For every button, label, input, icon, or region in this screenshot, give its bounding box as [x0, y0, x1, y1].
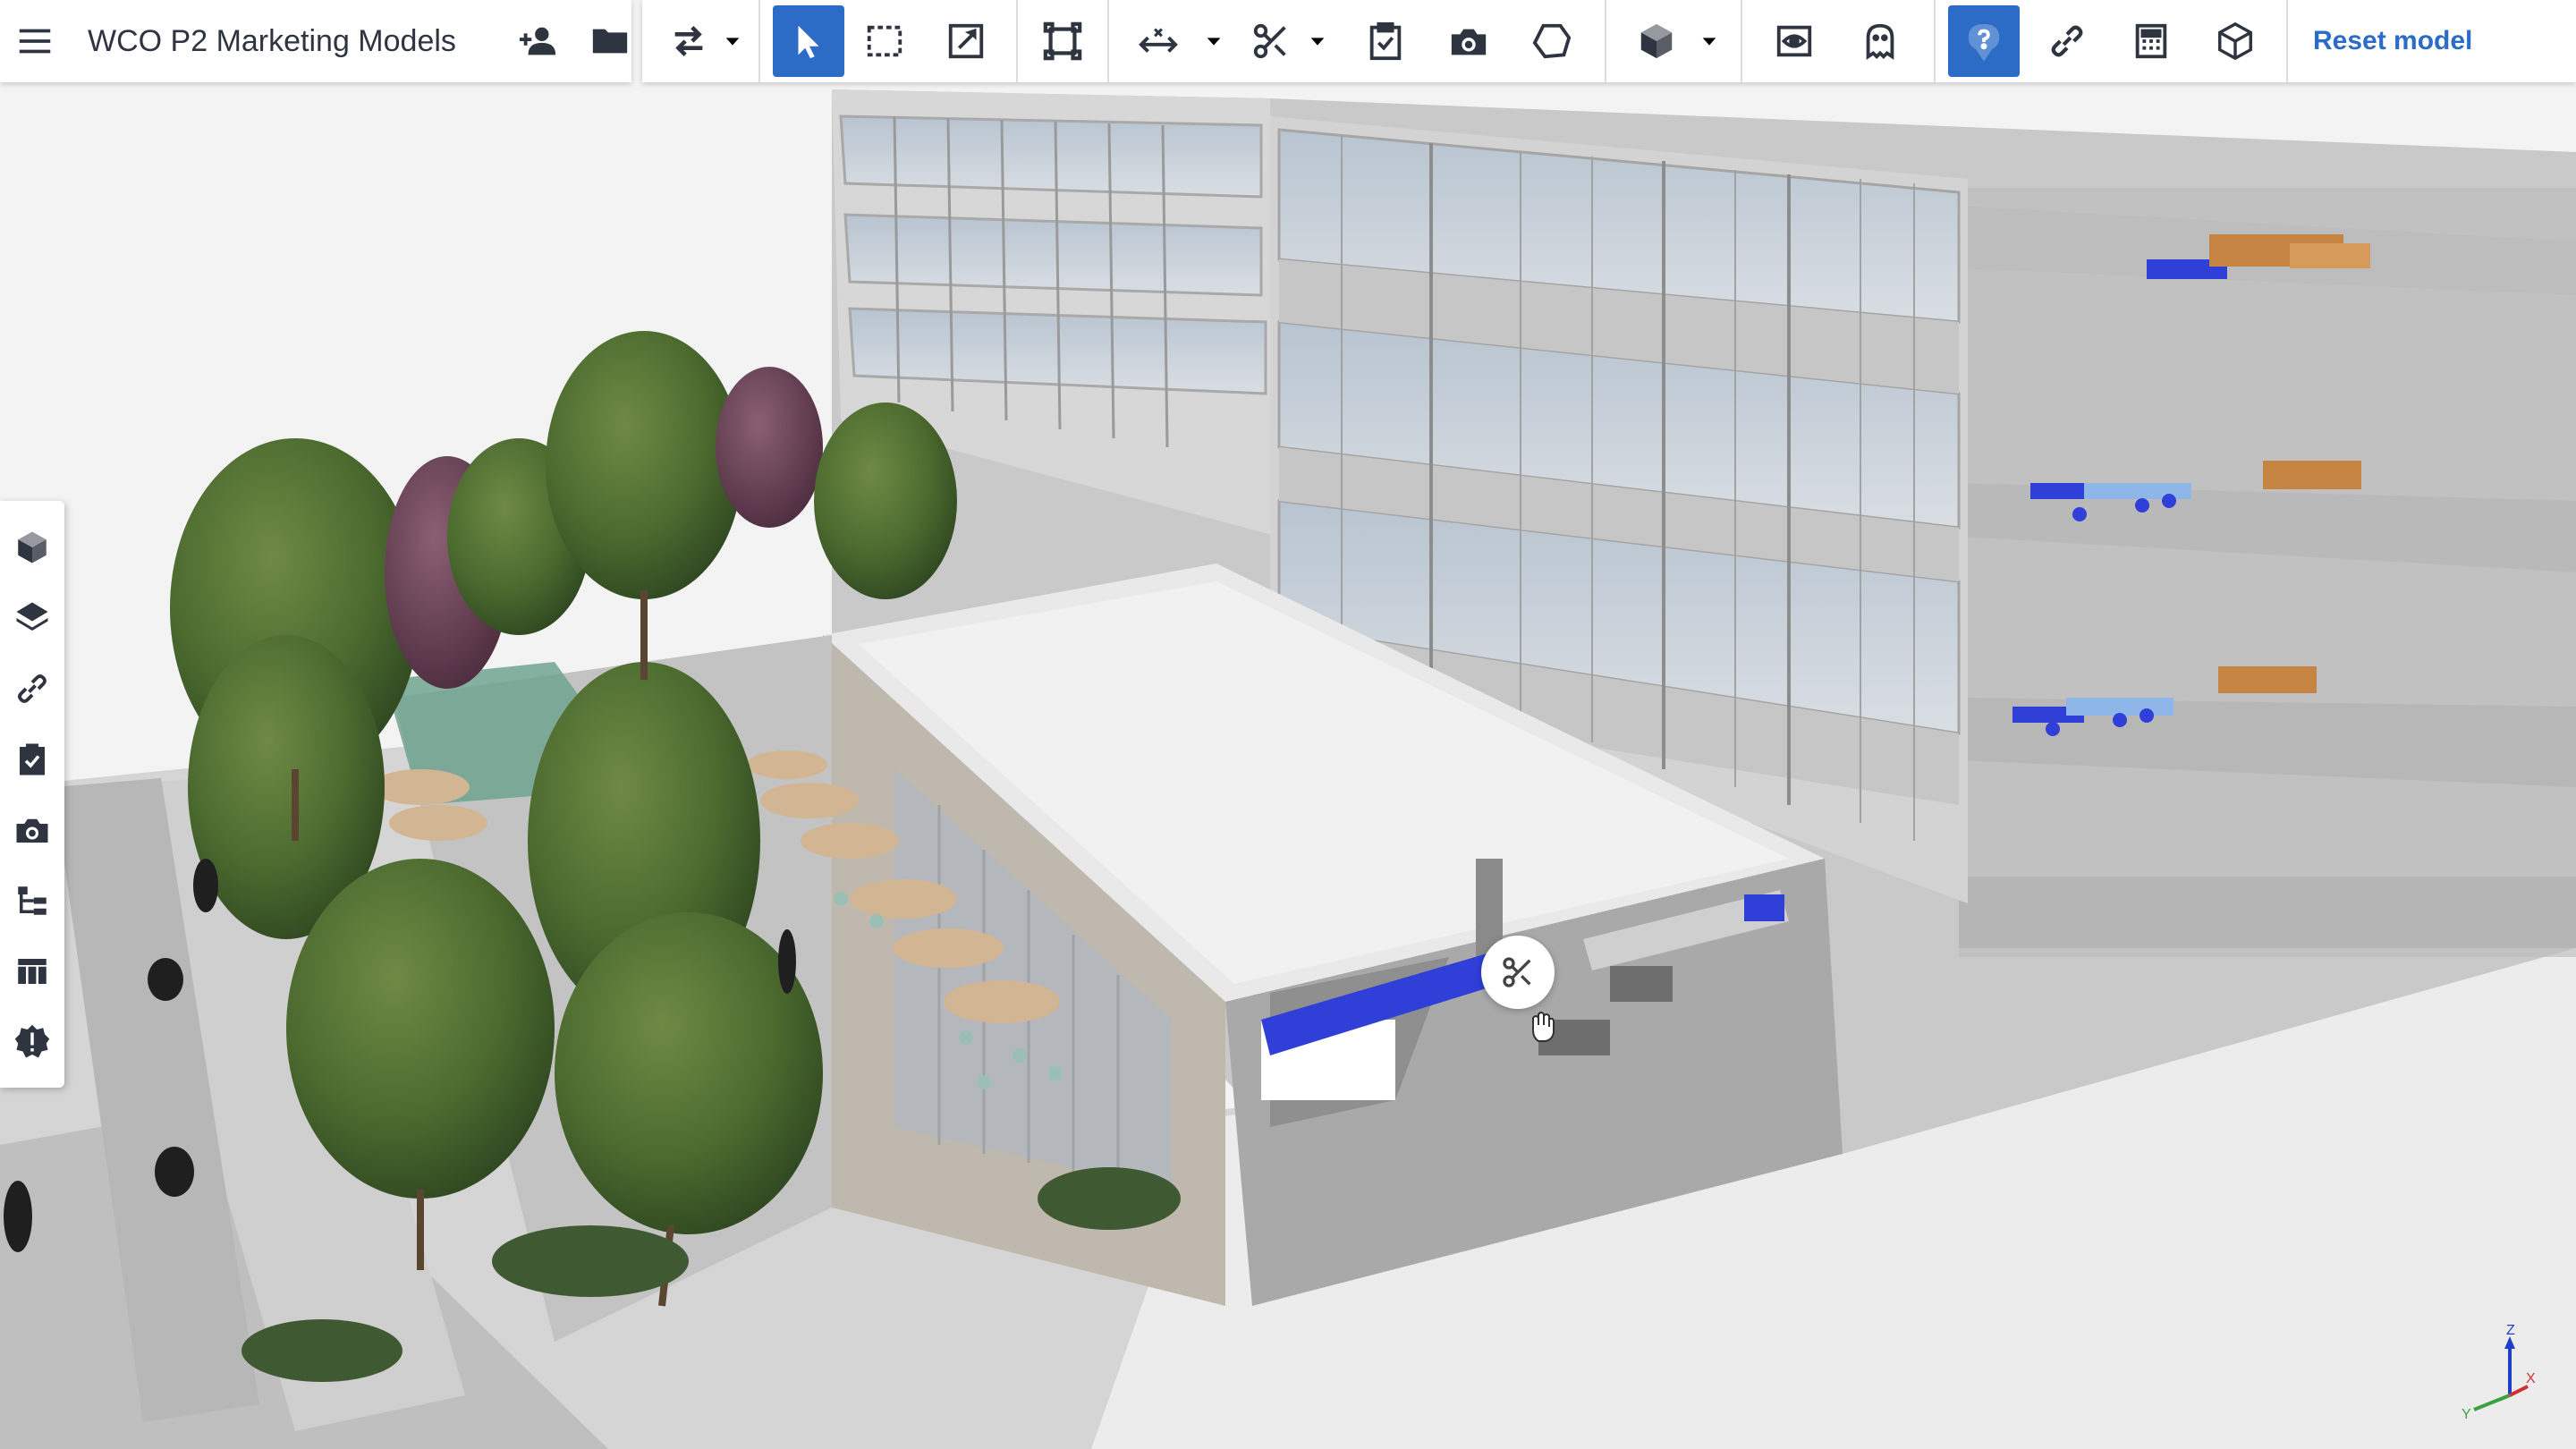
toolbar-divider — [1741, 0, 1742, 82]
measure-tool-dropdown[interactable] — [1199, 5, 1229, 77]
question-bubble-icon — [1963, 21, 2004, 62]
eye-frame-icon — [1774, 21, 1815, 62]
fit-view-tool-button[interactable] — [1018, 5, 1107, 77]
toolbar-divider — [1107, 0, 1109, 82]
frame-fit-icon — [1042, 21, 1083, 62]
share-button[interactable] — [503, 5, 574, 77]
side-table-button[interactable] — [7, 943, 57, 1000]
camera-plus-icon — [1448, 21, 1489, 62]
caret-down-icon — [723, 31, 742, 51]
freeform-tool-button[interactable] — [1512, 5, 1592, 77]
section-tool-button[interactable] — [1240, 5, 1302, 77]
toolbar-divider — [1934, 0, 1936, 82]
axis-y-label: Y — [2462, 1407, 2471, 1422]
tree-hierarchy-icon — [13, 882, 51, 919]
cube-icon — [1636, 21, 1677, 62]
clipboard-check-icon — [1365, 21, 1406, 62]
link-icon — [2046, 21, 2088, 62]
side-toolbar — [0, 501, 64, 1088]
alert-badge-icon — [13, 1023, 51, 1061]
side-clash-button[interactable] — [7, 1013, 57, 1071]
section-tool-dropdown[interactable] — [1302, 5, 1333, 77]
box-select-tool-button[interactable] — [844, 5, 925, 77]
render-mode-tool-button[interactable] — [1619, 5, 1694, 77]
ghost-tool-button[interactable] — [1837, 5, 1923, 77]
create-issue-tool-button[interactable] — [1345, 5, 1426, 77]
link-icon — [13, 670, 51, 708]
ghost-icon — [1860, 21, 1901, 62]
side-objects-button[interactable] — [7, 519, 57, 576]
table-icon — [13, 953, 51, 990]
open-folder-button[interactable] — [574, 5, 646, 77]
box-tool-button[interactable] — [2193, 5, 2277, 77]
axis-triad: Z X Y — [2462, 1324, 2536, 1422]
select-tool-button[interactable] — [773, 5, 844, 77]
snapshot-tool-button[interactable] — [1426, 5, 1512, 77]
axis-z-label: Z — [2506, 1324, 2515, 1338]
visibility-tool-button[interactable] — [1751, 5, 1837, 77]
toolbar-divider — [1605, 0, 1606, 82]
link-tool-button[interactable] — [2025, 5, 2109, 77]
cursor-arrow-icon — [788, 21, 829, 62]
edit-square-icon — [945, 21, 987, 62]
model-viewport[interactable] — [0, 0, 2576, 1449]
clipboard-check-icon — [13, 741, 51, 778]
folder-icon — [589, 21, 631, 62]
caret-down-icon — [1308, 31, 1327, 51]
side-views-button[interactable] — [7, 801, 57, 859]
caret-down-icon — [1204, 31, 1224, 51]
reset-model-button[interactable]: Reset model — [2288, 26, 2497, 56]
swap-arrows-icon — [668, 21, 709, 62]
transfer-tool-button[interactable] — [660, 5, 717, 77]
model-title: WCO P2 Marketing Models — [88, 23, 456, 58]
add-user-icon — [518, 21, 559, 62]
layers-icon — [13, 599, 51, 637]
section-plane-handle[interactable] — [1481, 936, 1555, 1009]
side-tree-button[interactable] — [7, 872, 57, 929]
menu-icon — [14, 21, 55, 62]
measure-icon — [1138, 21, 1179, 62]
calculator-icon — [2131, 21, 2172, 62]
dashed-rectangle-icon — [864, 21, 905, 62]
side-links-button[interactable] — [7, 660, 57, 717]
main-toolbar: Reset model — [642, 0, 2576, 82]
side-tasks-button[interactable] — [7, 731, 57, 788]
box-outline-icon — [2215, 21, 2256, 62]
title-panel: WCO P2 Marketing Models — [0, 0, 631, 82]
cube-icon — [13, 529, 51, 566]
measure-tool-button[interactable] — [1118, 5, 1199, 77]
markup-tool-button[interactable] — [925, 5, 1007, 77]
render-mode-tool-dropdown[interactable] — [1694, 5, 1724, 77]
axis-x-label: X — [2526, 1371, 2536, 1386]
calculator-tool-button[interactable] — [2109, 5, 2193, 77]
scissors-icon — [1500, 954, 1536, 990]
menu-button[interactable] — [0, 5, 70, 77]
toolbar-divider — [758, 0, 760, 82]
caret-down-icon — [1699, 31, 1719, 51]
help-tool-button[interactable] — [1948, 5, 2020, 77]
side-layers-button[interactable] — [7, 589, 57, 647]
scissors-icon — [1250, 21, 1292, 62]
blob-shape-icon — [1531, 21, 1572, 62]
camera-icon — [13, 811, 51, 849]
transfer-tool-dropdown[interactable] — [717, 5, 748, 77]
